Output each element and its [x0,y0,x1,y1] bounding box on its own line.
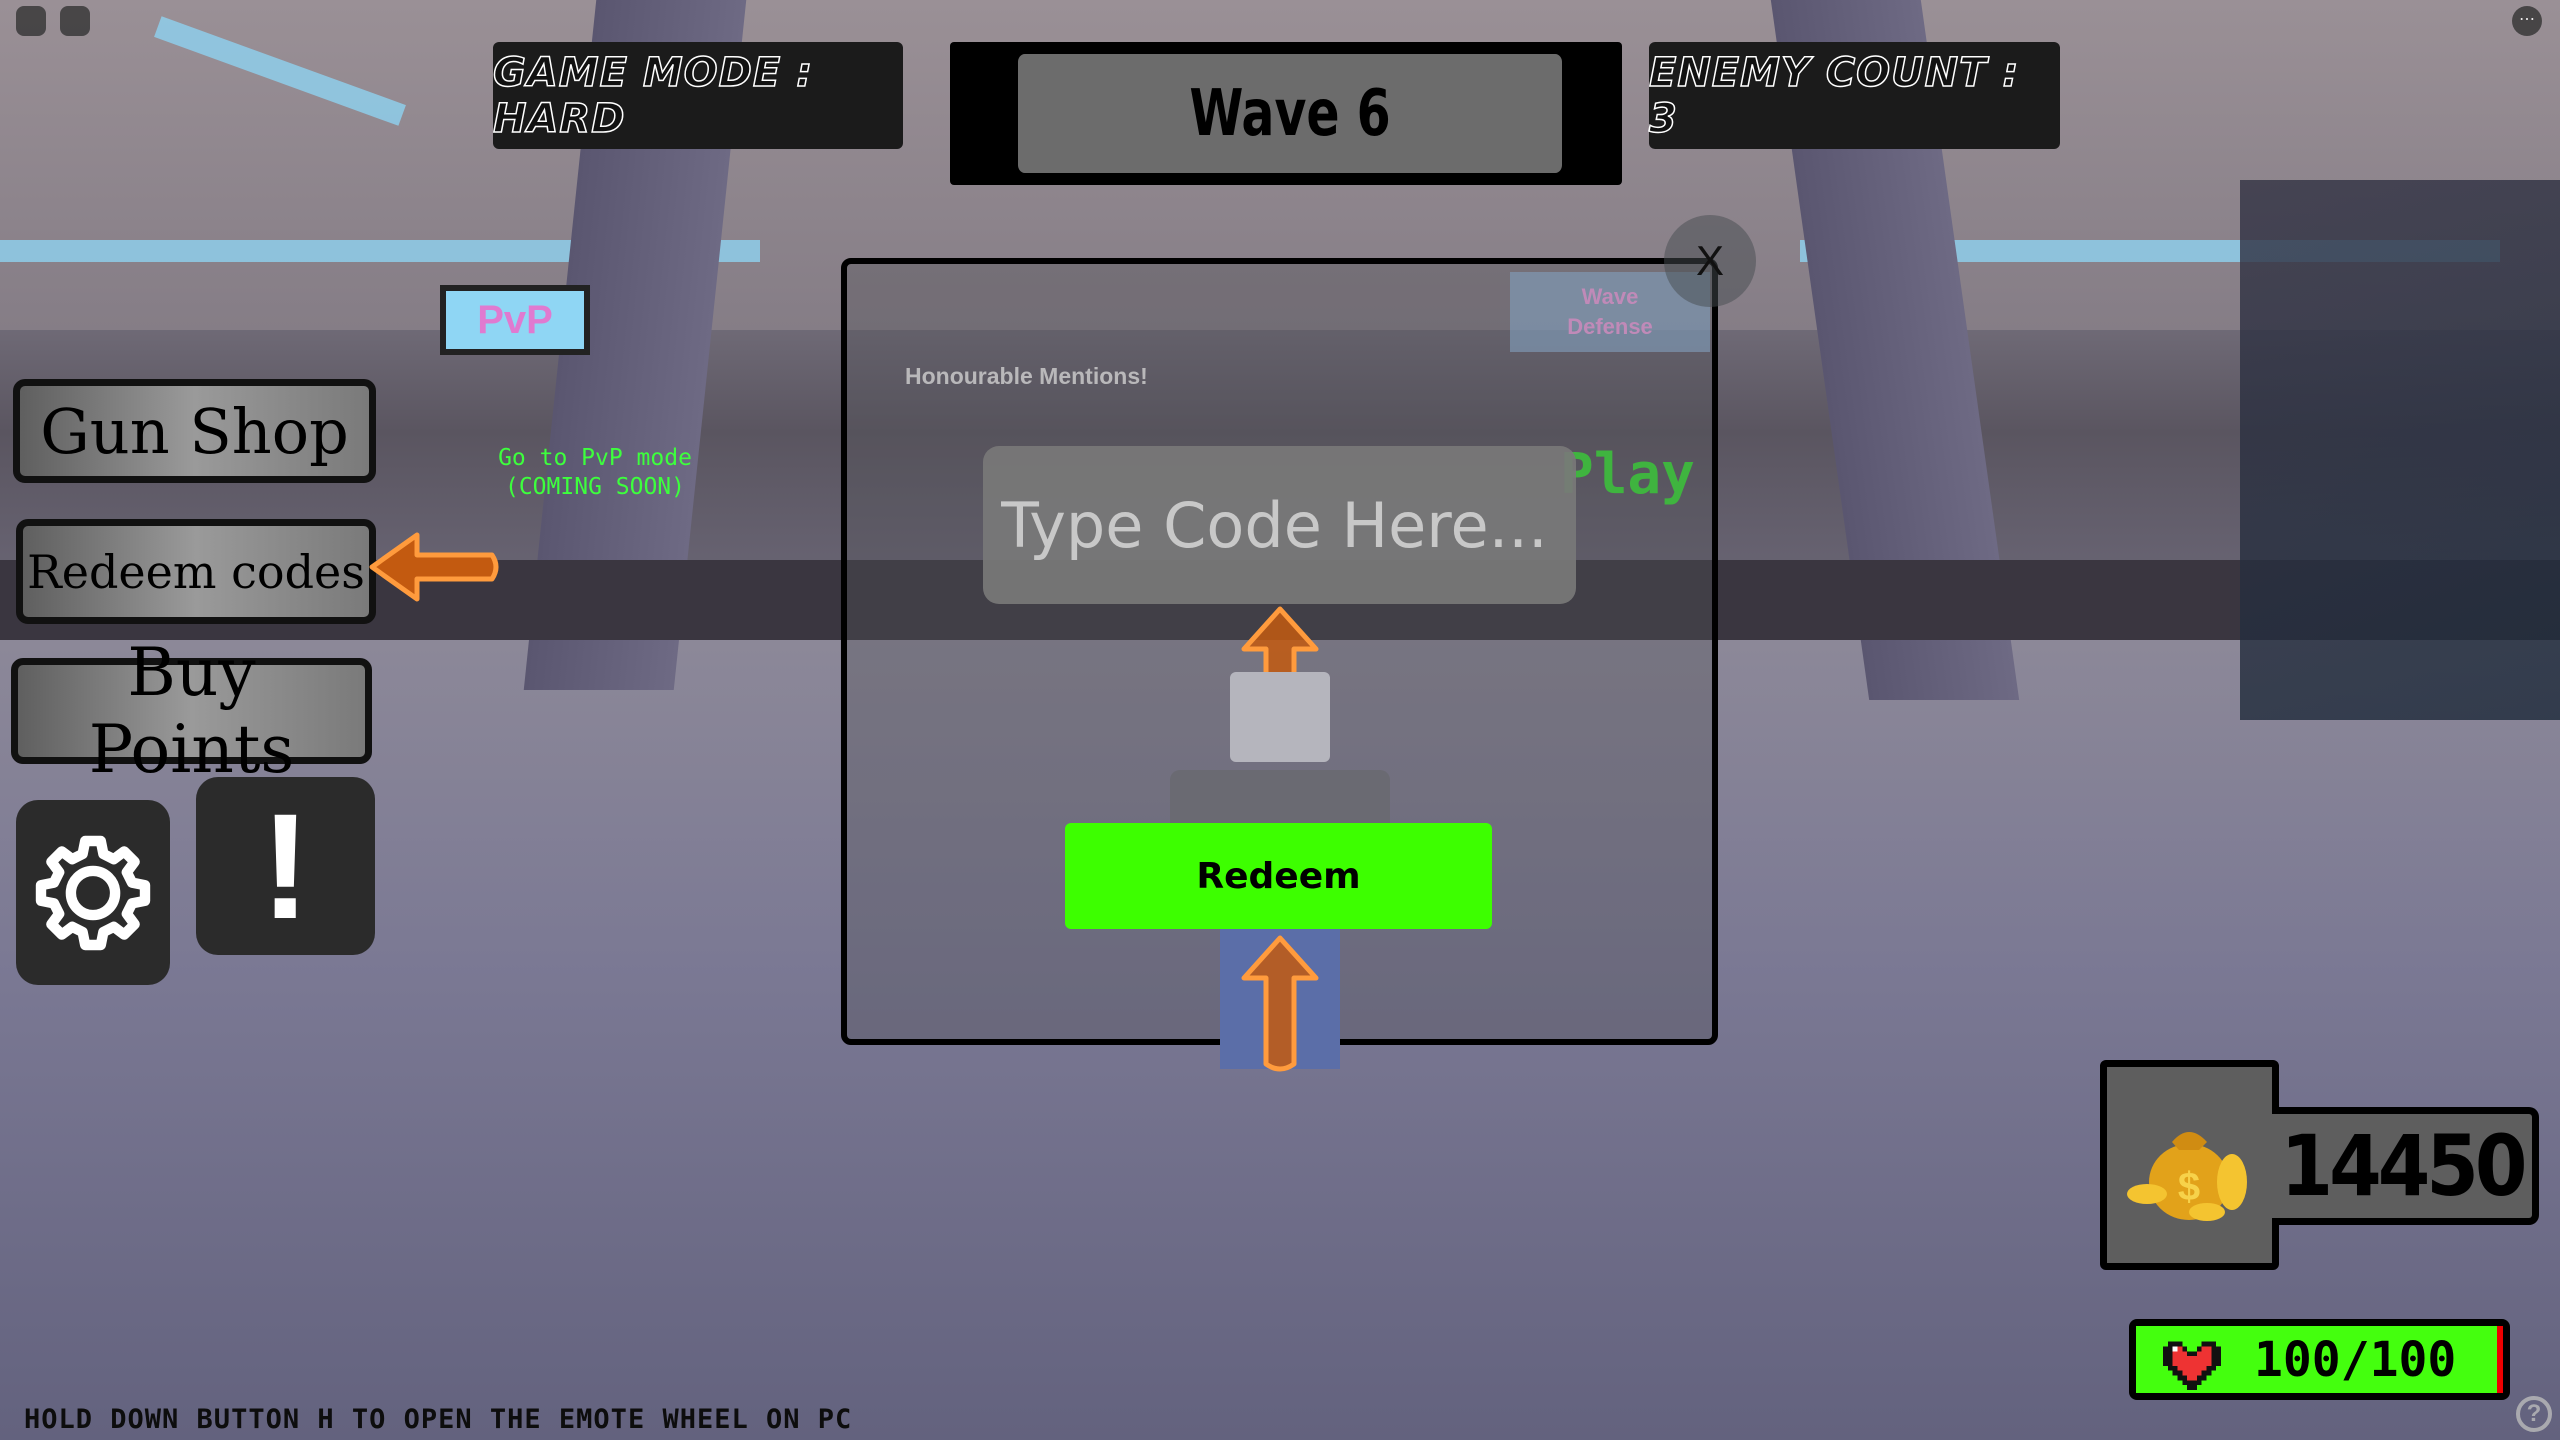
wave-defense-line2: Defense [1567,314,1653,339]
gun-shop-button[interactable]: Gun Shop [13,379,376,483]
pvp-hint-line2: (COMING SOON) [504,474,685,500]
player-avatar [1230,672,1330,762]
buy-points-button[interactable]: Buy Points [11,634,372,788]
wave-label: Wave 6 [1018,54,1562,173]
redeem-codes-button[interactable]: Redeem codes [16,519,376,624]
chat-icon[interactable] [60,6,90,36]
svg-text:$: $ [2178,1165,2200,1209]
enemy-count-label: Enemy Count : 3 [1648,42,2060,149]
arrow-up-icon [1241,935,1319,1072]
code-input[interactable] [983,446,1576,604]
heart-icon [2163,1341,2221,1390]
health-value: 100/100 [2254,1331,2457,1388]
pvp-sign: PvP [440,285,590,355]
exclamation-icon: ! [260,781,311,950]
settings-button[interactable] [16,800,170,985]
game-mode-label: Game Mode : Hard [492,42,903,149]
close-button[interactable]: X [1664,215,1756,307]
close-icon: X [1695,237,1724,284]
play-sign: Play [1560,442,1695,507]
redeem-button[interactable]: Redeem [1065,823,1492,929]
health-bar: 100/100 [2129,1319,2510,1400]
help-icon[interactable]: ? [2516,1396,2552,1432]
more-options-icon[interactable]: ⋯ [2512,6,2542,36]
wave-panel: Wave 6 [950,42,1622,185]
roblox-menu-icon[interactable] [16,6,46,36]
pvp-hint: Go to PvP mode (COMING SOON) [470,444,720,502]
gear-icon [35,835,151,950]
points-icon-panel: $ [2100,1060,2279,1270]
points-value: 14450 [2272,1107,2539,1225]
health-bar-fill: 100/100 [2136,1326,2503,1393]
money-bag-icon: $ [2127,1132,2247,1221]
emote-wheel-hint: HOLD DOWN BUTTON H TO OPEN THE EMOTE WHE… [24,1404,853,1435]
pvp-hint-line1: Go to PvP mode [498,445,692,471]
alerts-button[interactable]: ! [196,777,375,955]
honourable-mentions-sign: Honourable Mentions! [905,363,1148,389]
arrow-left-icon [369,532,499,602]
